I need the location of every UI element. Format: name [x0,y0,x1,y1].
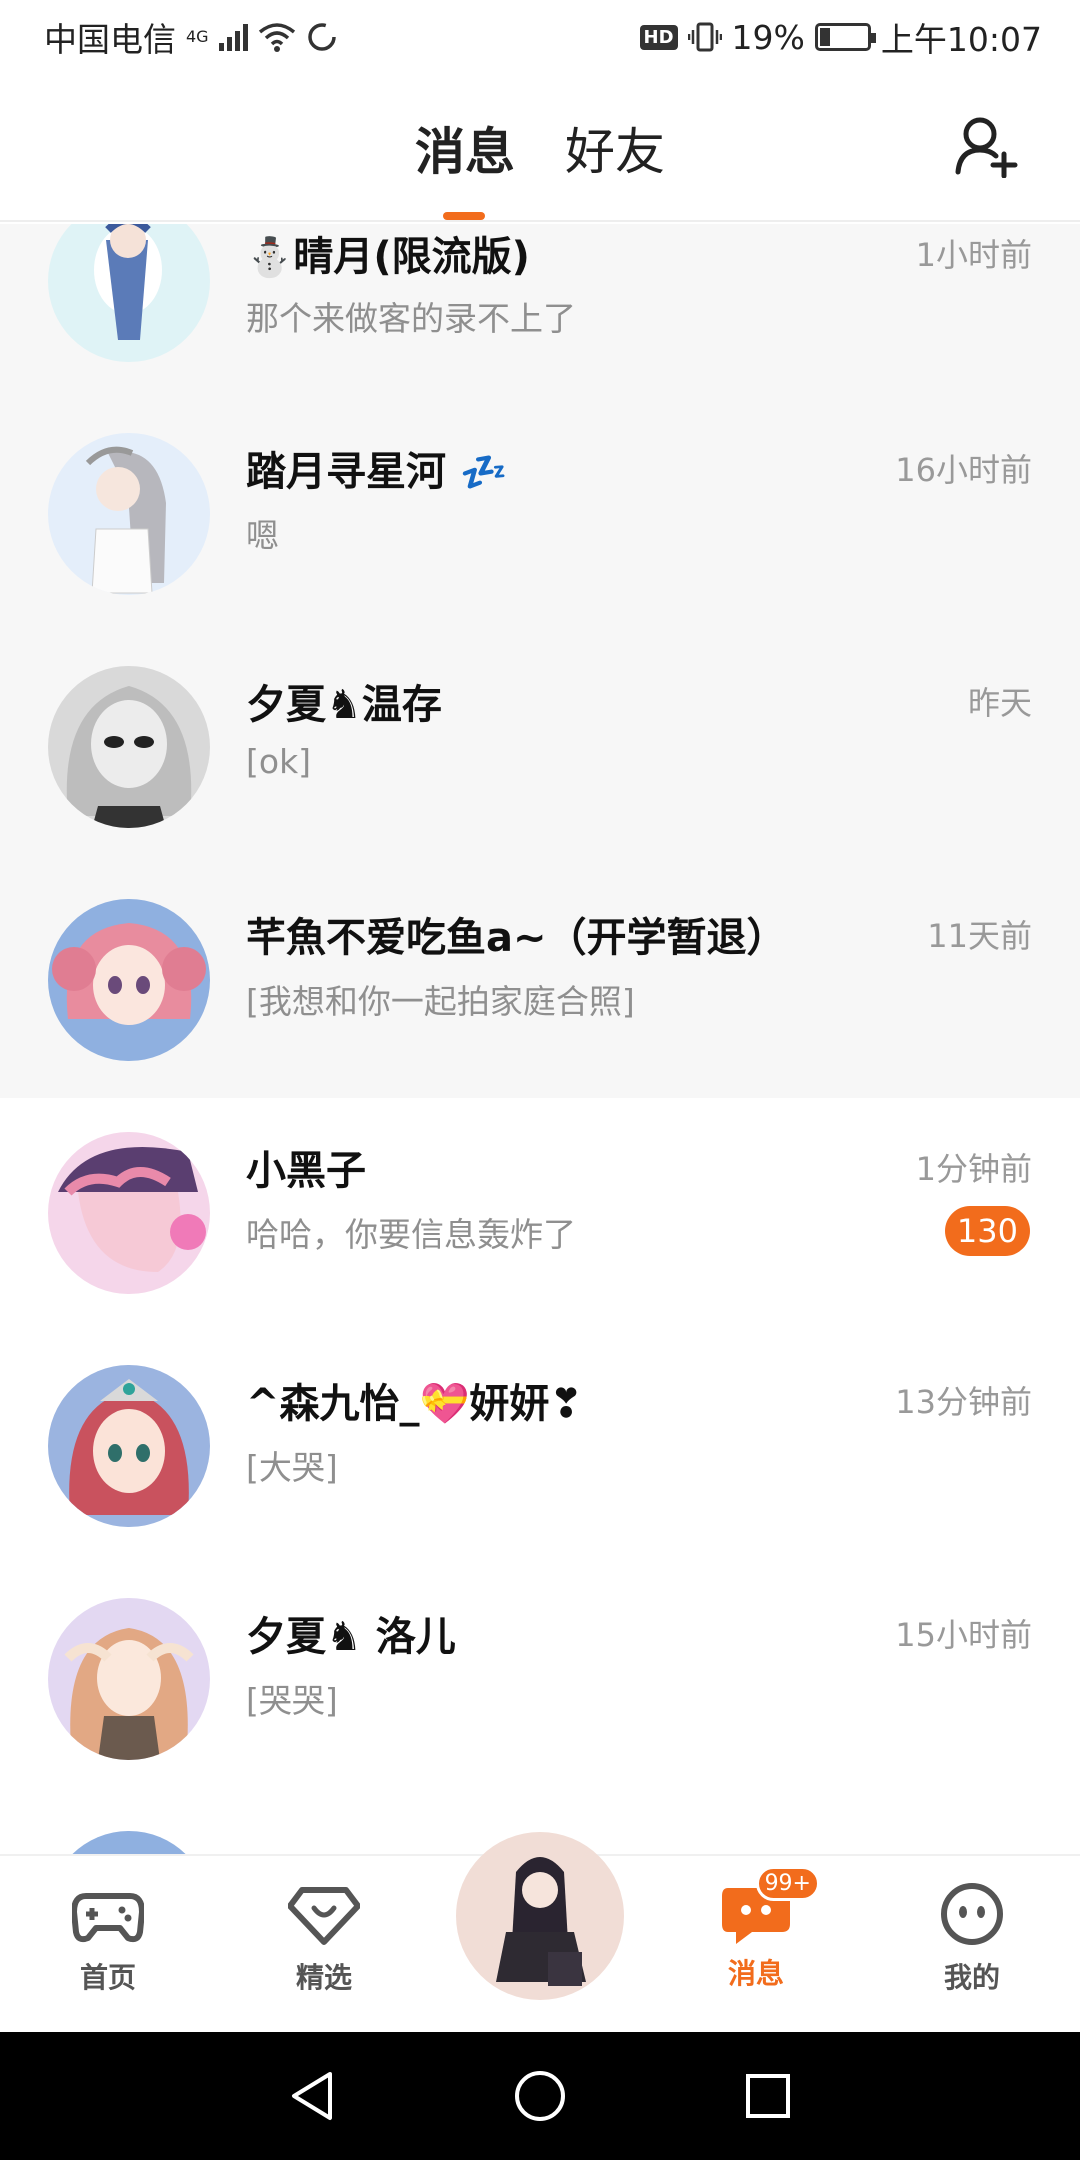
network-type: 4G [186,27,209,46]
wifi-icon [258,23,295,52]
message-preview: 那个来做客的录不上了 [246,299,576,338]
conversation-item[interactable]: 夕夏♞温存 [ok] 昨天 [0,632,1080,865]
message-time: 13分钟前 [895,1383,1032,1421]
conversation-item[interactable]: 夕夏♞ 洛儿 [哭哭] 15小时前 [0,1564,1080,1797]
avatar[interactable] [48,433,210,595]
tab-bar: 消息 好友 [0,112,1080,184]
contact-name: 芊魚不爱吃鱼a~（开学暂退） [246,915,787,961]
message-preview: [大哭] [246,1448,338,1487]
conversation-list[interactable]: ⛄晴月(限流版) 那个来做客的录不上了 1小时前 踏月寻星河 💤 嗯 16小时前… [0,224,1080,1854]
vibrate-icon [687,22,722,52]
nav-unread-badge: 99+ [755,1866,820,1901]
nav-label: 消息 [727,1957,784,1990]
nav-label: 精选 [295,1961,352,1994]
carrier-label: 中国电信 [44,20,176,59]
center-profile-avatar[interactable] [456,1832,624,2000]
signal-icon [218,23,248,51]
message-time: 昨天 [967,684,1032,722]
tab-friends[interactable]: 好友 [565,112,665,184]
message-preview: [我想和你一起拍家庭合照] [246,982,635,1021]
avatar[interactable] [48,1598,210,1760]
nav-profile[interactable]: 我的 [892,1882,1052,1996]
nav-home[interactable]: 首页 [28,1882,188,1996]
message-time: 16小时前 [895,451,1032,489]
active-tab-indicator [443,212,485,220]
contact-name: 小黑子 [246,1148,366,1194]
conversation-item[interactable]: ^森九怡_💝妍妍❣ [大哭] 13分钟前 [0,1331,1080,1564]
message-preview: [哭哭] [246,1681,338,1720]
home-icon[interactable] [513,2069,567,2123]
tab-messages[interactable]: 消息 [415,112,515,184]
contact-name: ^森九怡_💝妍妍❣ [246,1381,583,1427]
message-time: 15小时前 [895,1616,1032,1654]
avatar[interactable] [48,224,210,362]
heart-diamond-icon [287,1887,361,1945]
add-person-icon[interactable] [954,114,1018,178]
chat-bubble-icon: 99+ [720,1866,820,1946]
message-time: 1小时前 [915,236,1032,274]
contact-name: 踏月寻星河 💤 [246,449,508,495]
message-time: 1分钟前 [915,1150,1032,1188]
status-bar: 中国电信 4G HD 19% 上午10:07 [0,0,1080,74]
unread-badge: 130 [944,1206,1030,1256]
nav-featured[interactable]: 精选 [244,1882,404,1996]
battery-icon [814,23,876,51]
conversation-item[interactable]: 芊魚不爱吃鱼a~（开学暂退） [我想和你一起拍家庭合照] 11天前 [0,865,1080,1098]
nav-label: 我的 [943,1961,1000,1994]
conversation-item[interactable]: 踏月寻星河 💤 嗯 16小时前 [0,399,1080,632]
nav-label: 首页 [79,1961,136,1994]
back-icon[interactable] [288,2070,336,2122]
message-preview: 哈哈，你要信息轰炸了 [246,1215,576,1254]
loading-icon [307,23,336,51]
avatar[interactable] [48,1831,210,1854]
avatar[interactable] [48,1365,210,1527]
clock: 上午10:07 [880,20,1042,59]
face-icon [941,1883,1003,1945]
avatar[interactable] [48,899,210,1061]
message-preview: [ok] [246,742,312,781]
system-nav-bar [0,2032,1080,2160]
avatar[interactable] [48,666,210,828]
sleep-zzz-icon: 💤 [459,450,508,494]
nav-messages[interactable]: 99+ 消息 [676,1866,836,1992]
avatar[interactable] [48,1132,210,1294]
snowman-icon: ⛄ [246,235,294,279]
top-header: 消息 好友 [0,74,1080,222]
gamepad-icon [71,1893,145,1943]
battery-percent: 19% [731,17,805,57]
contact-name: 夕夏♞温存 [246,682,442,728]
conversation-item[interactable]: 小黑子 哈哈，你要信息轰炸了 1分钟前 130 [0,1098,1080,1331]
hd-icon: HD [639,24,678,50]
recents-icon[interactable] [744,2072,792,2120]
contact-name: ⛄晴月(限流版) [246,234,530,280]
conversation-item[interactable]: ⛄晴月(限流版) 那个来做客的录不上了 1小时前 [0,224,1080,399]
message-preview: 嗯 [246,516,279,555]
message-time: 11天前 [927,917,1032,955]
contact-name: 夕夏♞ 洛儿 [246,1614,456,1660]
